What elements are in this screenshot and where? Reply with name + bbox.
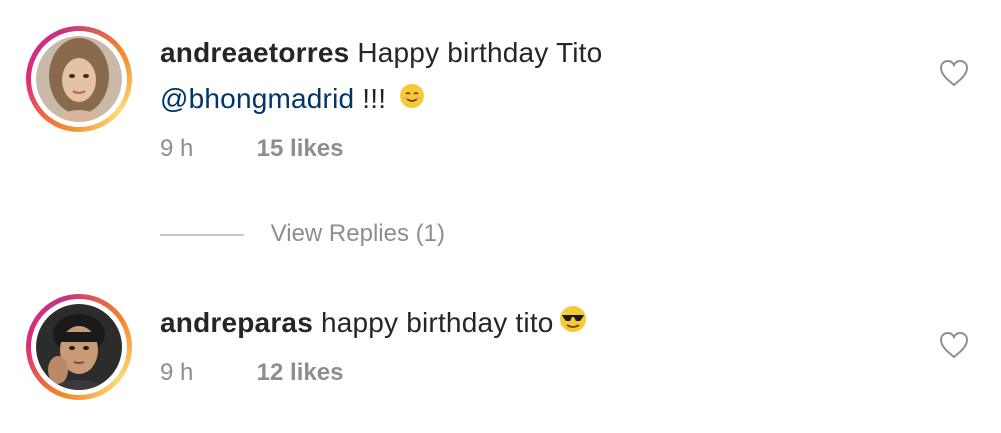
comment-likes[interactable]: 12 likes (257, 359, 344, 386)
story-ring[interactable] (26, 294, 132, 400)
mention-link[interactable]: @bhongmadrid (160, 83, 354, 114)
comment-text: andreparas happy birthday tito (160, 300, 920, 348)
comment-time[interactable]: 9 h (160, 134, 250, 164)
comment-body-end: !!! (362, 83, 387, 114)
comment-meta: 9 h 15 likes (160, 134, 920, 164)
view-replies-label: View Replies (1) (270, 220, 445, 247)
comment-item: andreaetorres Happy birthday Tito @bhong… (0, 0, 1001, 200)
replies-divider (160, 233, 244, 236)
avatar[interactable] (36, 36, 122, 122)
heart-outline-icon[interactable] (938, 330, 970, 360)
comment-item: andreparas happy birthday tito 9 h 12 li… (0, 290, 1001, 433)
comment-text: andreaetorres Happy birthday Tito @bhong… (160, 30, 920, 124)
comment-time[interactable]: 9 h (160, 358, 250, 388)
avatar[interactable] (36, 304, 122, 390)
comment-body: happy birthday tito (320, 307, 554, 338)
sunglasses-face-emoji-icon (558, 302, 588, 348)
heart-outline-icon[interactable] (938, 58, 970, 88)
comment-username[interactable]: andreaetorres (160, 37, 349, 68)
comment-body: Happy birthday Tito (357, 37, 603, 68)
story-ring[interactable] (26, 26, 132, 132)
comment-likes[interactable]: 15 likes (257, 135, 344, 162)
comment-username[interactable]: andreparas (160, 307, 313, 338)
avatar-image (36, 304, 122, 390)
comment-meta: 9 h 12 likes (160, 358, 920, 388)
comments-list: andreaetorres Happy birthday Tito @bhong… (0, 0, 1001, 433)
avatar-image (36, 36, 122, 122)
smiling-face-emoji-icon (398, 78, 426, 124)
view-replies-button[interactable]: View Replies (1) (160, 216, 445, 252)
